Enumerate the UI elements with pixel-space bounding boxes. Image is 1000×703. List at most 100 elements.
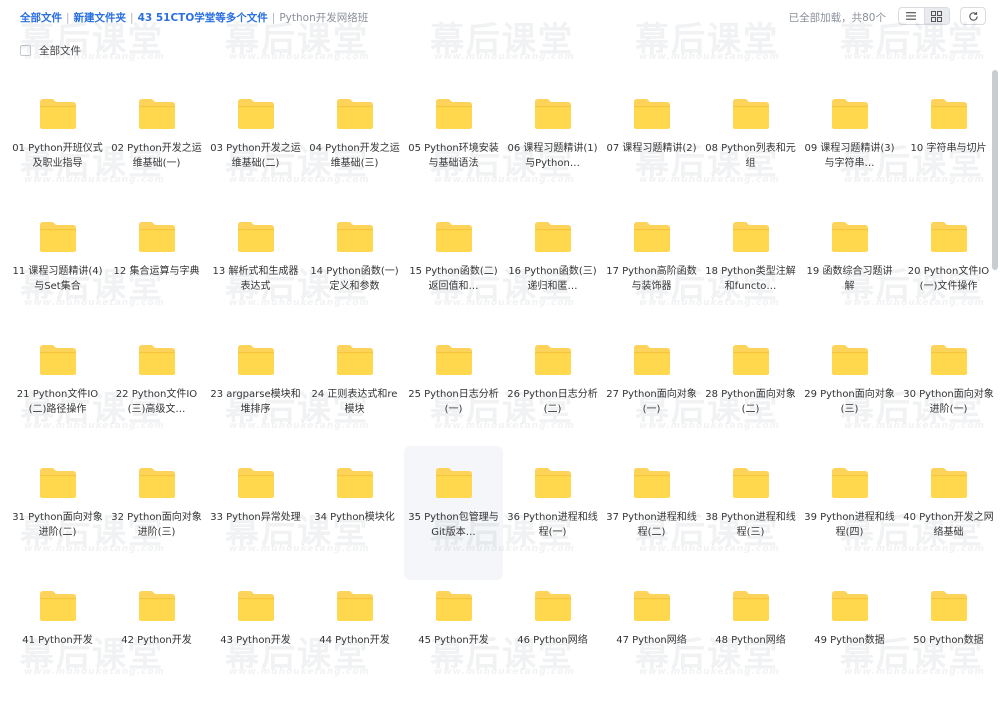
folder-icon	[633, 468, 670, 498]
folder-item[interactable]: 08 Python列表和元组	[701, 88, 800, 211]
folder-icon	[732, 99, 769, 129]
folder-item[interactable]: 22 Python文件IO(三)高级文…	[107, 334, 206, 457]
breadcrumb-item-51cto[interactable]: 43 51CTO学堂等多个文件	[138, 12, 268, 24]
folder-item[interactable]: 43 Python开发	[206, 580, 305, 703]
folder-icon	[633, 222, 670, 252]
list-view-button[interactable]	[899, 8, 924, 24]
folder-icon	[831, 468, 868, 498]
folder-item[interactable]: 04 Python开发之运维基础(三)	[305, 88, 404, 211]
folder-item[interactable]: 24 正则表达式和re模块	[305, 334, 404, 457]
folder-item[interactable]: 29 Python面向对象(三)	[800, 334, 899, 457]
folder-item[interactable]: 28 Python面向对象(二)	[701, 334, 800, 457]
folder-icon	[336, 99, 373, 129]
folder-item[interactable]: 06 课程习题精讲(1)与Python…	[503, 88, 602, 211]
folder-item[interactable]: 07 课程习题精讲(2)	[602, 88, 701, 211]
folder-icon	[732, 591, 769, 621]
folder-label: 49 Python数据	[814, 635, 885, 646]
folder-item[interactable]: 26 Python日志分析(二)	[503, 334, 602, 457]
folder-item[interactable]: 50 Python数据	[899, 580, 998, 703]
folder-item[interactable]: 19 函数综合习题讲解	[800, 211, 899, 334]
grid-view-button[interactable]	[923, 8, 949, 24]
folder-icon	[534, 222, 571, 252]
folder-item[interactable]: 35 Python包管理与Git版本…	[404, 446, 503, 580]
scrollbar[interactable]	[992, 70, 998, 270]
folder-icon	[39, 345, 76, 375]
folder-label: 50 Python数据	[913, 635, 984, 646]
folder-item[interactable]: 38 Python进程和线程(三)	[701, 457, 800, 580]
folder-item[interactable]: 14 Python函数(一)定义和参数	[305, 211, 404, 334]
folder-item[interactable]: 44 Python开发	[305, 580, 404, 703]
folder-item[interactable]: 37 Python进程和线程(二)	[602, 457, 701, 580]
folder-icon	[534, 468, 571, 498]
folder-item[interactable]: 05 Python环境安装与基础语法	[404, 88, 503, 211]
folder-label: 29 Python面向对象(三)	[804, 389, 895, 415]
folder-label: 17 Python高阶函数与装饰器	[606, 266, 697, 292]
folder-item[interactable]: 41 Python开发	[8, 580, 107, 703]
folder-label: 45 Python开发	[418, 635, 489, 646]
folder-label: 28 Python面向对象(二)	[705, 389, 796, 415]
folder-label: 35 Python包管理与Git版本…	[408, 512, 499, 538]
folder-item[interactable]: 03 Python开发之运维基础(二)	[206, 88, 305, 211]
folder-label: 21 Python文件IO(二)路径操作	[16, 389, 99, 415]
folder-label: 08 Python列表和元组	[705, 143, 796, 169]
select-all-checkbox[interactable]	[20, 45, 31, 56]
refresh-button[interactable]	[960, 7, 986, 25]
folder-item[interactable]: 32 Python面向对象进阶(三)	[107, 457, 206, 580]
folder-item[interactable]: 15 Python函数(二)返回值和…	[404, 211, 503, 334]
folder-icon	[138, 591, 175, 621]
folder-label: 05 Python环境安装与基础语法	[408, 143, 499, 169]
folder-item[interactable]: 33 Python异常处理	[206, 457, 305, 580]
folder-icon	[534, 99, 571, 129]
folder-item[interactable]: 42 Python开发	[107, 580, 206, 703]
folder-label: 27 Python面向对象(一)	[606, 389, 697, 415]
folder-item[interactable]: 49 Python数据	[800, 580, 899, 703]
folder-label: 48 Python网络	[715, 635, 786, 646]
folder-label: 15 Python函数(二)返回值和…	[409, 266, 498, 292]
folder-item[interactable]: 36 Python进程和线程(一)	[503, 457, 602, 580]
folder-label: 22 Python文件IO(三)高级文…	[115, 389, 198, 415]
folder-item[interactable]: 31 Python面向对象进阶(二)	[8, 457, 107, 580]
folder-item[interactable]: 21 Python文件IO(二)路径操作	[8, 334, 107, 457]
breadcrumb-item-new-folder[interactable]: 新建文件夹	[74, 12, 127, 24]
folder-label: 38 Python进程和线程(三)	[705, 512, 796, 538]
folder-label: 25 Python日志分析(一)	[408, 389, 499, 415]
folder-item[interactable]: 48 Python网络	[701, 580, 800, 703]
folder-item[interactable]: 16 Python函数(三)递归和匿…	[503, 211, 602, 334]
folder-item[interactable]: 23 argparse模块和堆排序	[206, 334, 305, 457]
folder-label: 31 Python面向对象进阶(二)	[12, 512, 103, 538]
folder-label: 04 Python开发之运维基础(三)	[309, 143, 400, 169]
folder-item[interactable]: 46 Python网络	[503, 580, 602, 703]
folder-icon	[633, 345, 670, 375]
folder-item[interactable]: 10 字符串与切片	[899, 88, 998, 211]
folder-label: 03 Python开发之运维基础(二)	[210, 143, 301, 169]
folder-icon	[435, 99, 472, 129]
folder-label: 19 函数综合习题讲解	[806, 266, 893, 292]
folder-label: 44 Python开发	[319, 635, 390, 646]
folder-item[interactable]: 40 Python开发之网络基础	[899, 457, 998, 580]
folder-item[interactable]: 20 Python文件IO(一)文件操作	[899, 211, 998, 334]
folder-item[interactable]: 47 Python网络	[602, 580, 701, 703]
folder-icon	[831, 99, 868, 129]
folder-item[interactable]: 02 Python开发之运维基础(一)	[107, 88, 206, 211]
select-all[interactable]: 全部文件	[20, 43, 81, 58]
folder-icon	[336, 591, 373, 621]
folder-label: 34 Python模块化	[314, 512, 395, 523]
folder-item[interactable]: 25 Python日志分析(一)	[404, 334, 503, 457]
folder-icon	[39, 468, 76, 498]
folder-item[interactable]: 30 Python面向对象进阶(一)	[899, 334, 998, 457]
folder-item[interactable]: 12 集合运算与字典	[107, 211, 206, 334]
folder-item[interactable]: 09 课程习题精讲(3)与字符串…	[800, 88, 899, 211]
folder-item[interactable]: 39 Python进程和线程(四)	[800, 457, 899, 580]
folder-item[interactable]: 01 Python开班仪式及职业指导	[8, 88, 107, 211]
breadcrumb-item-all-files[interactable]: 全部文件	[20, 12, 62, 24]
folder-item[interactable]: 17 Python高阶函数与装饰器	[602, 211, 701, 334]
folder-item[interactable]: 18 Python类型注解和functo…	[701, 211, 800, 334]
folder-item[interactable]: 34 Python模块化	[305, 457, 404, 580]
folder-item[interactable]: 11 课程习题精讲(4)与Set集合	[8, 211, 107, 334]
load-status: 已全部加载，共80个	[788, 12, 886, 24]
folder-item[interactable]: 27 Python面向对象(一)	[602, 334, 701, 457]
folder-item[interactable]: 13 解析式和生成器表达式	[206, 211, 305, 334]
folder-icon	[138, 222, 175, 252]
folder-item[interactable]: 45 Python开发	[404, 580, 503, 703]
folder-label: 39 Python进程和线程(四)	[804, 512, 895, 538]
